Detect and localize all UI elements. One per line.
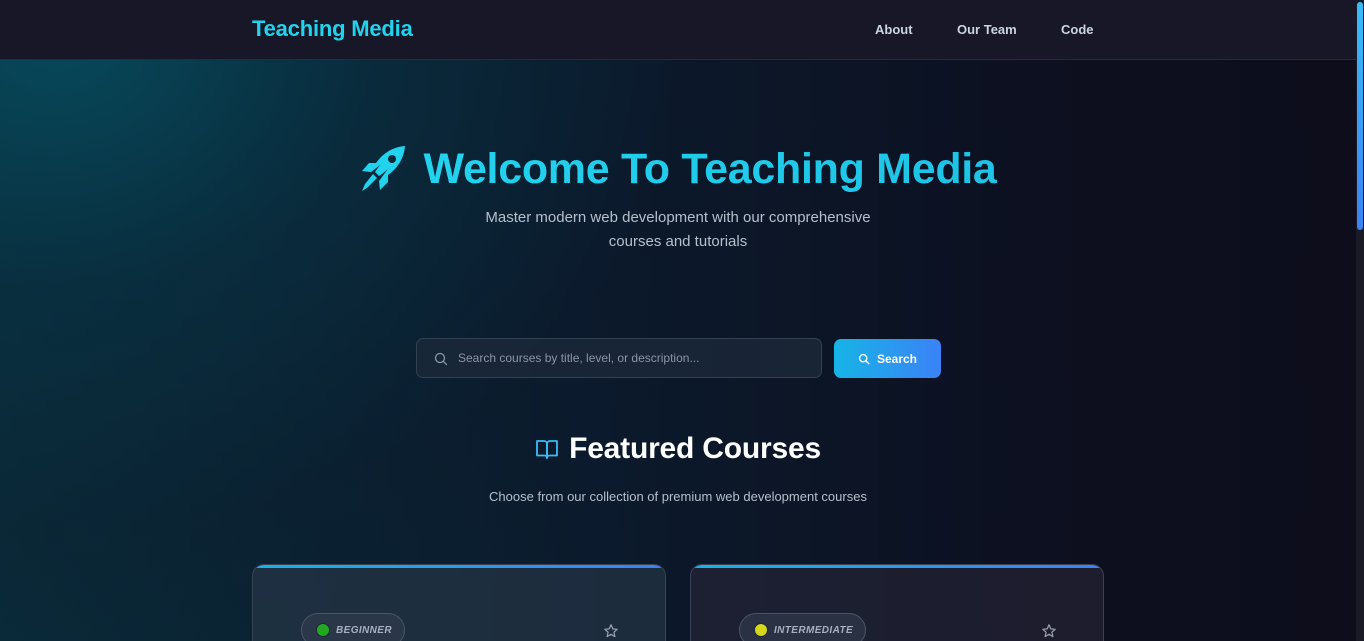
level-badge: INTERMEDIATE: [739, 613, 867, 641]
level-label: BEGINNER: [336, 624, 392, 636]
featured-courses-heading: Featured Courses: [0, 432, 1356, 466]
level-badge: BEGINNER: [301, 613, 405, 641]
card-accent-bar: [691, 565, 1103, 568]
featured-courses-title: Featured Courses: [569, 432, 821, 465]
page-background: [0, 0, 1356, 641]
page-title: Welcome To Teaching Media: [423, 144, 997, 193]
star-outline-icon[interactable]: [603, 623, 619, 639]
search-icon: [433, 351, 449, 367]
rocket-icon: [359, 144, 409, 194]
course-card[interactable]: BEGINNER: [252, 564, 666, 641]
scrollbar-thumb[interactable]: [1357, 2, 1363, 230]
book-open-icon: [536, 440, 558, 459]
nav-link-about[interactable]: About: [875, 22, 913, 37]
hero-subtitle: Master modern web development with our c…: [485, 209, 871, 250]
page-scrollbar[interactable]: [1356, 0, 1364, 641]
hero-heading: Welcome To Teaching Media: [0, 144, 1356, 194]
nav-links: About Our Team Code: [0, 22, 1356, 38]
search-input[interactable]: [458, 339, 813, 377]
star-outline-icon[interactable]: [1041, 623, 1057, 639]
course-card[interactable]: INTERMEDIATE: [690, 564, 1104, 641]
level-label: INTERMEDIATE: [774, 624, 854, 636]
level-dot-icon: [754, 623, 768, 637]
search-field[interactable]: [416, 338, 822, 378]
navbar: Teaching Media About Our Team Code: [0, 0, 1356, 60]
nav-link-code[interactable]: Code: [1061, 22, 1094, 37]
featured-courses-subtitle: Choose from our collection of premium we…: [489, 489, 867, 504]
level-dot-icon: [316, 623, 330, 637]
search-button-icon: [858, 353, 870, 365]
search-button[interactable]: Search: [834, 339, 941, 378]
nav-link-our-team[interactable]: Our Team: [957, 22, 1017, 37]
card-accent-bar: [253, 565, 665, 568]
search-button-label: Search: [876, 351, 918, 366]
